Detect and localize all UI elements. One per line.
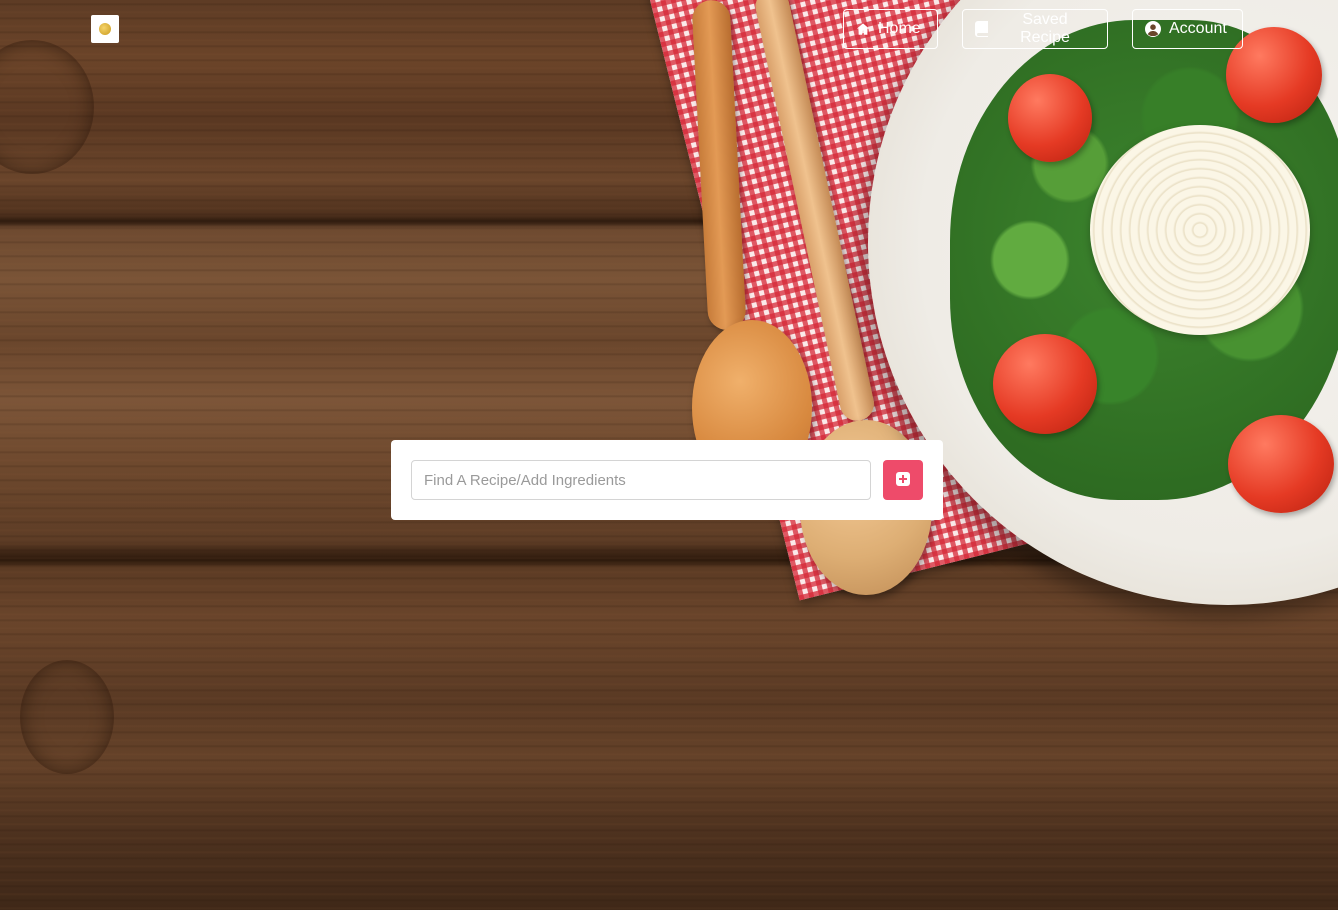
nav-home-button[interactable]: Home	[843, 9, 938, 49]
book-icon	[975, 21, 989, 37]
tomato	[1228, 415, 1334, 513]
cheese-topping	[1090, 125, 1310, 335]
search-card	[391, 440, 943, 520]
home-icon	[856, 22, 870, 36]
tomato	[1008, 74, 1092, 162]
page: Home Saved Recipe Account	[0, 0, 1338, 910]
nav-saved-recipe-button[interactable]: Saved Recipe	[962, 9, 1108, 49]
recipe-search-input[interactable]	[411, 460, 871, 500]
wood-knot	[20, 660, 114, 774]
tomato	[993, 334, 1097, 434]
nav-account-button[interactable]: Account	[1132, 9, 1243, 49]
logo-icon	[99, 23, 111, 35]
add-ingredient-button[interactable]	[883, 460, 923, 500]
logo[interactable]	[91, 15, 119, 43]
nav-account-label: Account	[1169, 20, 1227, 37]
nav-home-label: Home	[878, 20, 921, 37]
plus-square-icon	[896, 471, 910, 489]
nav-saved-recipe-label: Saved Recipe	[1020, 11, 1070, 46]
user-circle-icon	[1145, 21, 1161, 37]
